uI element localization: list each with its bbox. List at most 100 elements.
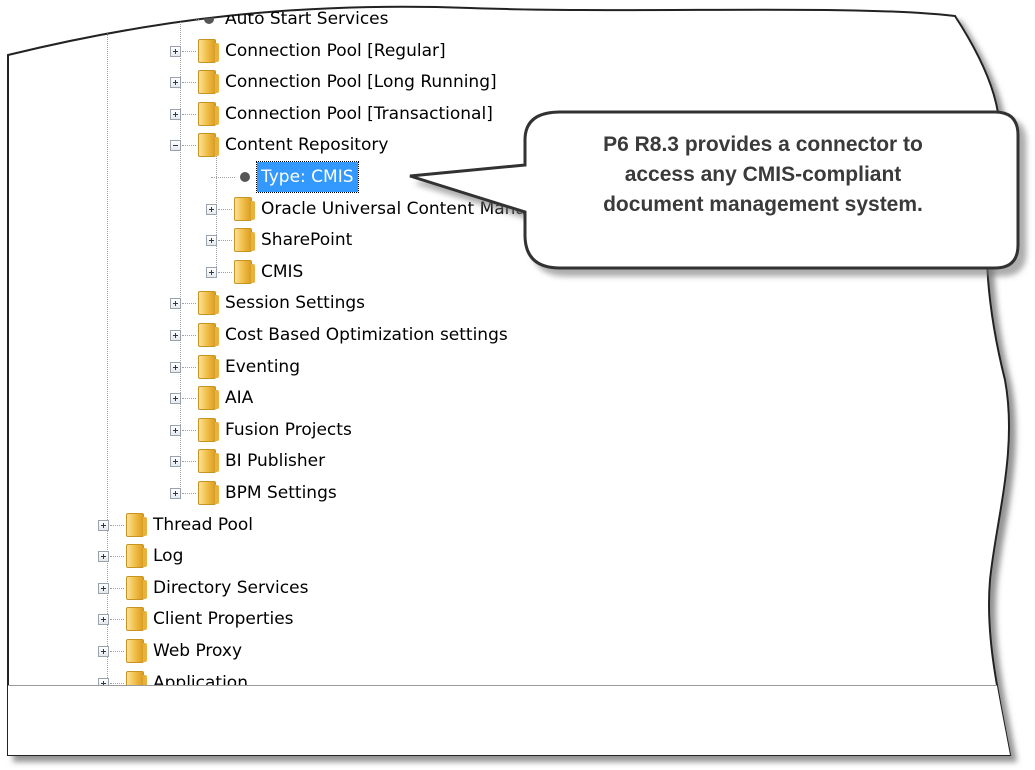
folder-icon	[234, 228, 252, 252]
tree-item-label-wrap[interactable]: Directory Services	[149, 573, 312, 603]
plus-expander-icon[interactable]	[170, 298, 181, 309]
plus-expander-icon[interactable]	[170, 393, 181, 404]
folder-icon	[198, 323, 216, 347]
tree-item-label-wrap[interactable]: AIA	[221, 383, 257, 413]
tree-item-label-wrap[interactable]: Log	[149, 541, 187, 571]
plus-expander-icon[interactable]	[170, 425, 181, 436]
folder-icon	[198, 70, 216, 94]
folder-icon	[198, 355, 216, 379]
plus-expander-icon[interactable]	[98, 551, 109, 562]
tree-item-label-wrap[interactable]: Type: CMIS	[257, 162, 358, 192]
folder-icon	[198, 291, 216, 315]
tree-item-label: Thread Pool	[153, 514, 254, 535]
tree-connector	[218, 272, 232, 273]
tree-item-label: CMIS	[261, 261, 304, 282]
tree-connector	[182, 51, 196, 52]
tree-item-connection-pool-long-running[interactable]	[0, 67, 1035, 97]
plus-expander-icon[interactable]	[98, 646, 109, 657]
tree-item-label: Client Properties	[153, 609, 294, 630]
tree-item-session-settings[interactable]	[0, 288, 1035, 318]
folder-icon	[198, 133, 216, 157]
plus-expander-icon[interactable]	[170, 46, 181, 57]
tree-item-label: AIA	[225, 388, 254, 409]
tree-item-label-wrap[interactable]: Connection Pool [Regular]	[221, 36, 450, 66]
tree-connector	[182, 335, 196, 336]
tree-item-connection-pool-transactional[interactable]	[0, 99, 1035, 129]
tree-item-label: BI Publisher	[225, 451, 326, 472]
tree-connector	[182, 303, 196, 304]
folder-icon	[198, 481, 216, 505]
tree-connector	[182, 82, 196, 83]
tree-item-bi-publisher[interactable]	[0, 446, 1035, 476]
plus-expander-icon[interactable]	[170, 77, 181, 88]
tree-connector	[218, 240, 232, 241]
tree-connector	[211, 177, 235, 178]
tree-item-label: Directory Services	[153, 577, 309, 598]
callout-line-3: document management system.	[603, 193, 923, 216]
tree-item-label-wrap[interactable]: SharePoint	[257, 225, 356, 255]
tree-item-label: SharePoint	[261, 230, 353, 251]
tree-item-label-wrap[interactable]: CMIS	[257, 257, 307, 287]
tree-item-sharepoint[interactable]	[0, 225, 1035, 255]
minus-expander-icon[interactable]	[170, 140, 181, 151]
plus-expander-icon[interactable]	[170, 362, 181, 373]
callout-text: P6 R8.3 provides a connector to access a…	[538, 130, 988, 220]
tree-connector	[182, 430, 196, 431]
tree-item-label: Content Repository	[225, 135, 389, 156]
callout-line-2: access any CMIS-compliant	[624, 163, 902, 186]
folder-icon	[198, 39, 216, 63]
tree-connector	[182, 367, 196, 368]
tree-item-label: Session Settings	[225, 293, 365, 314]
tree-item-label-wrap[interactable]: Cost Based Optimization settings	[221, 320, 512, 350]
plus-expander-icon[interactable]	[170, 456, 181, 467]
plus-expander-icon[interactable]	[206, 267, 217, 278]
tree-item-label-wrap[interactable]: BPM Settings	[221, 478, 341, 508]
plus-expander-icon[interactable]	[98, 520, 109, 531]
tree-item-label: Connection Pool [Transactional]	[225, 103, 493, 124]
tree-item-label: Fusion Projects	[225, 419, 352, 440]
bullet-icon	[240, 172, 250, 182]
tree-connector	[110, 619, 124, 620]
tree-connector	[218, 209, 232, 210]
plus-expander-icon[interactable]	[170, 109, 181, 120]
tree-connector	[110, 556, 124, 557]
tree-item-bpm-settings[interactable]	[0, 478, 1035, 508]
callout-line-1: P6 R8.3 provides a connector to	[603, 133, 923, 156]
folder-icon	[198, 418, 216, 442]
tree-item-cost-based-optimization-settings[interactable]	[0, 320, 1035, 350]
tree-item-label-wrap[interactable]: Connection Pool [Transactional]	[221, 99, 497, 129]
tree-item-label-wrap[interactable]: Eventing	[221, 352, 304, 382]
tree-item-label-wrap[interactable]: Session Settings	[221, 288, 369, 318]
tree-connector	[182, 114, 196, 115]
tree-item-aia[interactable]	[0, 383, 1035, 413]
tree-item-eventing[interactable]	[0, 352, 1035, 382]
tree-item-label: Web Proxy	[153, 641, 243, 661]
tree-connector	[110, 651, 124, 652]
folder-icon	[198, 102, 216, 126]
plus-expander-icon[interactable]	[206, 204, 217, 215]
tree-item-label-wrap[interactable]: Client Properties	[149, 604, 298, 634]
tree-item-cmis[interactable]	[0, 257, 1035, 287]
plus-expander-icon[interactable]	[170, 488, 181, 499]
plus-expander-icon[interactable]	[206, 235, 217, 246]
tree-item-label-wrap[interactable]: Connection Pool [Long Running]	[221, 67, 501, 97]
tree-item-label: Eventing	[225, 356, 300, 377]
tree-connector	[182, 145, 196, 146]
tree-item-fusion-projects[interactable]	[0, 415, 1035, 445]
tree-item-connection-pool-regular[interactable]	[0, 36, 1035, 66]
plus-expander-icon[interactable]	[98, 614, 109, 625]
tree-item-label-wrap[interactable]: Content Repository	[221, 130, 392, 160]
tree-connector	[110, 588, 124, 589]
tree-connector	[182, 461, 196, 462]
tree-item-label: BPM Settings	[225, 483, 337, 503]
plus-expander-icon[interactable]	[98, 583, 109, 594]
folder-icon	[126, 607, 144, 631]
tree-item-label-wrap[interactable]: Fusion Projects	[221, 415, 356, 445]
tree-item-label-wrap[interactable]: Web Proxy	[149, 636, 246, 666]
folder-icon	[126, 513, 144, 537]
plus-expander-icon[interactable]	[170, 330, 181, 341]
tree-item-label-wrap[interactable]: Thread Pool	[149, 510, 257, 540]
folder-icon	[126, 544, 144, 568]
folder-icon	[198, 386, 216, 410]
tree-item-label-wrap[interactable]: BI Publisher	[221, 446, 329, 476]
